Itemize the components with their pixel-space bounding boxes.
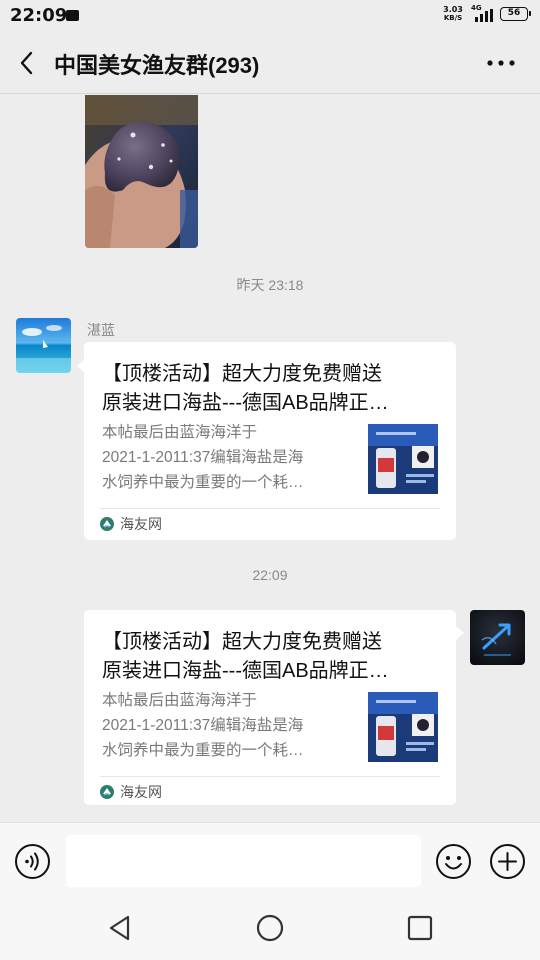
product-thumbnail-image [368, 424, 438, 494]
network-speed-unit: KB/S [443, 14, 463, 22]
link-card[interactable]: 【顶楼活动】超大力度免费赠送 原装进口海盐---德国AB品牌正… 本帖最后由蓝海… [84, 610, 456, 805]
card-desc-line: 水饲养中最为重要的一个耗… [102, 474, 304, 491]
card-divider [100, 508, 440, 509]
card-thumbnail [368, 424, 438, 494]
bubble-tail [456, 626, 464, 640]
avatar-dark-image [470, 610, 525, 665]
avatar[interactable] [16, 318, 71, 373]
card-divider [100, 776, 440, 777]
card-description: 本帖最后由蓝海海洋于 2021-1-2011:37编辑海盐是海 水饲养中最为重要… [102, 688, 356, 763]
chevron-left-icon[interactable] [14, 49, 42, 77]
square-recents-icon[interactable] [404, 912, 436, 944]
source-logo-icon [100, 785, 114, 799]
network-speed-value: 3.03 [443, 5, 463, 14]
sender-name: 湛蓝 [87, 323, 115, 339]
card-desc-line: 水饲养中最为重要的一个耗… [102, 742, 304, 759]
card-description: 本帖最后由蓝海海洋于 2021-1-2011:37编辑海盐是海 水饲养中最为重要… [102, 420, 356, 495]
more-dots-icon[interactable] [484, 49, 518, 77]
card-desc-line: 2021-1-2011:37编辑海盐是海 [102, 449, 304, 466]
chat-header: 中国美女渔友群(293) [0, 32, 540, 94]
card-desc-line: 本帖最后由蓝海海洋于 [102, 692, 258, 709]
photo-message[interactable] [85, 95, 198, 248]
chat-messages[interactable]: 昨天 23:18 湛蓝 【顶楼活动】超大力度免费赠送 原装进口海盐---德国AB [0, 95, 540, 822]
card-source-label: 海友网 [120, 517, 162, 533]
input-bar [0, 822, 540, 898]
card-source: 海友网 [100, 514, 162, 536]
status-time: 22:09 [10, 5, 68, 26]
message-input[interactable] [66, 835, 421, 887]
photo-image [85, 95, 198, 248]
avatar-ocean-image [16, 318, 71, 373]
triangle-back-icon[interactable] [104, 912, 136, 944]
card-source-label: 海友网 [120, 785, 162, 801]
emoji-icon[interactable] [435, 843, 472, 880]
card-thumbnail [368, 692, 438, 762]
card-title: 【顶楼活动】超大力度免费赠送 原装进口海盐---德国AB品牌正… [102, 628, 438, 686]
status-bar: 22:09 3.03 KB/S 4G 56 [0, 0, 540, 32]
system-nav-bar [0, 898, 540, 960]
link-card[interactable]: 【顶楼活动】超大力度免费赠送 原装进口海盐---德国AB品牌正… 本帖最后由蓝海… [84, 342, 456, 540]
card-title-line: 原装进口海盐---德国AB品牌正… [102, 660, 389, 682]
card-title-line: 【顶楼活动】超大力度免费赠送 [102, 363, 382, 385]
card-title-line: 【顶楼活动】超大力度免费赠送 [102, 631, 382, 653]
notification-icon [66, 10, 79, 21]
card-source: 海友网 [100, 782, 162, 804]
circle-home-icon[interactable] [254, 912, 286, 944]
chat-title: 中国美女渔友群(293) [54, 53, 260, 78]
card-title: 【顶楼活动】超大力度免费赠送 原装进口海盐---德国AB品牌正… [102, 360, 438, 418]
product-thumbnail-image [368, 692, 438, 762]
source-logo-icon [100, 517, 114, 531]
avatar[interactable] [470, 610, 525, 665]
battery-icon: 56 [500, 7, 531, 21]
voice-icon[interactable] [14, 843, 51, 880]
card-desc-line: 2021-1-2011:37编辑海盐是海 [102, 717, 304, 734]
timestamp: 22:09 [252, 567, 288, 583]
battery-level: 56 [507, 8, 521, 18]
card-desc-line: 本帖最后由蓝海海洋于 [102, 424, 258, 441]
card-title-line: 原装进口海盐---德国AB品牌正… [102, 392, 389, 414]
network-speed: 3.03 KB/S [440, 5, 466, 23]
plus-icon[interactable] [489, 843, 526, 880]
signal-icon [475, 9, 495, 22]
timestamp: 昨天 23:18 [236, 277, 304, 293]
